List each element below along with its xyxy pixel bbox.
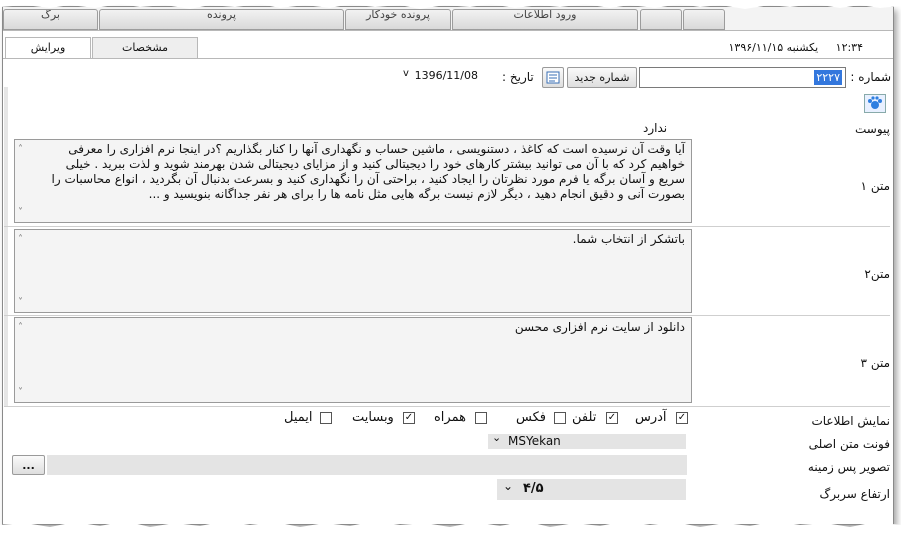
- torn-edge-bottom: [0, 521, 901, 543]
- scroll-up-icon[interactable]: ˄: [18, 232, 23, 247]
- option-address-label: آدرس: [635, 410, 667, 425]
- option-email-label: ایمیل: [284, 410, 313, 425]
- text3-label: متن ۳: [860, 356, 890, 370]
- number-label: شماره :: [850, 70, 891, 84]
- divider: [4, 406, 890, 407]
- checkbox-email[interactable]: [320, 412, 332, 424]
- checkbox-mobile[interactable]: [475, 412, 487, 424]
- left-shade: [4, 87, 8, 407]
- number-input[interactable]: ۲۲۲۷: [639, 67, 846, 88]
- attachment-value: ندارد: [643, 121, 668, 135]
- checkbox-address[interactable]: ✓: [676, 412, 688, 424]
- list-settings-icon: [546, 71, 560, 84]
- scroll-down-icon[interactable]: ˅: [18, 385, 23, 400]
- tab-specs[interactable]: مشخصات: [92, 37, 198, 59]
- divider: [4, 226, 890, 227]
- chevron-down-icon: v: [403, 68, 409, 79]
- font-value: MSYekan: [508, 434, 561, 448]
- date-value: 1396/11/08: [414, 69, 478, 82]
- header-height-select[interactable]: ⌄ ۴/۵: [497, 479, 686, 500]
- checkbox-phone[interactable]: ✓: [606, 412, 618, 424]
- text1-area[interactable]: آیا وقت آن نرسیده است که کاغذ ، دستنویسی…: [14, 139, 692, 223]
- checkbox-website[interactable]: ✓: [403, 412, 415, 424]
- tab-blank-1[interactable]: [640, 9, 682, 30]
- text2-area[interactable]: باتشکر از انتخاب شما. ˄ ˅: [14, 229, 692, 313]
- text3-value: دانلود از سایت نرم افزاری محسن: [514, 320, 685, 334]
- tab-data-entry-label: ورود اطلاعات: [513, 9, 577, 21]
- tab-barg-label: برگ: [41, 9, 60, 21]
- header-height-label: ارتفاع سربرگ: [819, 487, 890, 501]
- scroll-up-icon[interactable]: ˄: [18, 320, 23, 335]
- option-mobile-label: همراه: [434, 410, 466, 425]
- option-website-label: وبسایت: [352, 410, 394, 425]
- background-image-label: تصویر پس زمینه: [807, 460, 890, 474]
- settings-button[interactable]: [542, 67, 564, 88]
- scroll-up-icon[interactable]: ˄: [18, 142, 23, 157]
- date-picker[interactable]: 1396/11/08 v: [397, 66, 496, 87]
- check-icon: ✓: [404, 412, 414, 423]
- top-tab-strip: برگ پرونده پرونده خودکار ورود اطلاعات: [3, 7, 893, 31]
- tab-barg[interactable]: برگ: [3, 9, 98, 30]
- subtab-divider: [3, 58, 893, 59]
- scroll-down-icon[interactable]: ˅: [18, 205, 23, 220]
- font-chevron-icon: ⌄: [492, 431, 502, 444]
- font-select[interactable]: ⌄ MSYekan: [488, 431, 686, 449]
- attachment-label: پیوست: [855, 122, 890, 136]
- tab-edit-label: ویرایش: [30, 41, 66, 54]
- height-chevron-icon: ⌄: [503, 479, 514, 493]
- number-value: ۲۲۲۷: [814, 70, 842, 85]
- tab-data-entry[interactable]: ورود اطلاعات: [452, 9, 638, 30]
- text1-label: متن ۱: [860, 179, 890, 193]
- time-text: ۱۲:۳۴: [835, 41, 863, 54]
- new-number-button[interactable]: شماره جدید: [567, 67, 637, 88]
- tab-auto-parvandeh-label: پرونده خودکار: [366, 9, 430, 21]
- header-height-value: ۴/۵: [523, 481, 544, 496]
- tab-edit[interactable]: ویرایش: [5, 37, 91, 59]
- tab-parvandeh[interactable]: پرونده: [99, 9, 344, 30]
- check-icon: ✓: [607, 412, 617, 423]
- app-window: برگ پرونده پرونده خودکار ورود اطلاعات وی…: [2, 6, 894, 525]
- tab-specs-label: مشخصات: [121, 41, 169, 54]
- option-phone-label: تلفن: [572, 410, 597, 425]
- checkbox-fax[interactable]: [554, 412, 566, 424]
- datetime-display: ۱۲:۳۴ یکشنبه ۱۳۹۶/۱۱/۱۵: [729, 41, 864, 54]
- text2-label: متن۲: [864, 267, 890, 281]
- attachment-add-button[interactable]: [864, 94, 886, 113]
- scroll-down-icon[interactable]: ˅: [18, 295, 23, 310]
- browse-button[interactable]: ...: [12, 455, 45, 475]
- check-icon: ✓: [677, 412, 687, 423]
- text1-value: آیا وقت آن نرسیده است که کاغذ ، دستنویسی…: [51, 142, 685, 201]
- tab-parvandeh-label: پرونده: [206, 9, 237, 21]
- torn-edge-top: [0, 0, 901, 9]
- date-text: یکشنبه ۱۳۹۶/۱۱/۱۵: [728, 41, 819, 54]
- text3-area[interactable]: دانلود از سایت نرم افزاری محسن ˄ ˅: [14, 317, 692, 403]
- text2-value: باتشکر از انتخاب شما.: [572, 232, 685, 246]
- font-label: فونت متن اصلی: [808, 437, 890, 451]
- tab-auto-parvandeh[interactable]: پرونده خودکار: [345, 9, 451, 30]
- background-image-field: [47, 455, 687, 475]
- paw-icon: [868, 96, 882, 109]
- option-fax-label: فکس: [516, 410, 546, 425]
- divider: [4, 315, 890, 316]
- display-info-label: نمایش اطلاعات: [811, 414, 890, 428]
- date-label: تاریخ :: [502, 70, 534, 84]
- tab-blank-2[interactable]: [683, 9, 725, 30]
